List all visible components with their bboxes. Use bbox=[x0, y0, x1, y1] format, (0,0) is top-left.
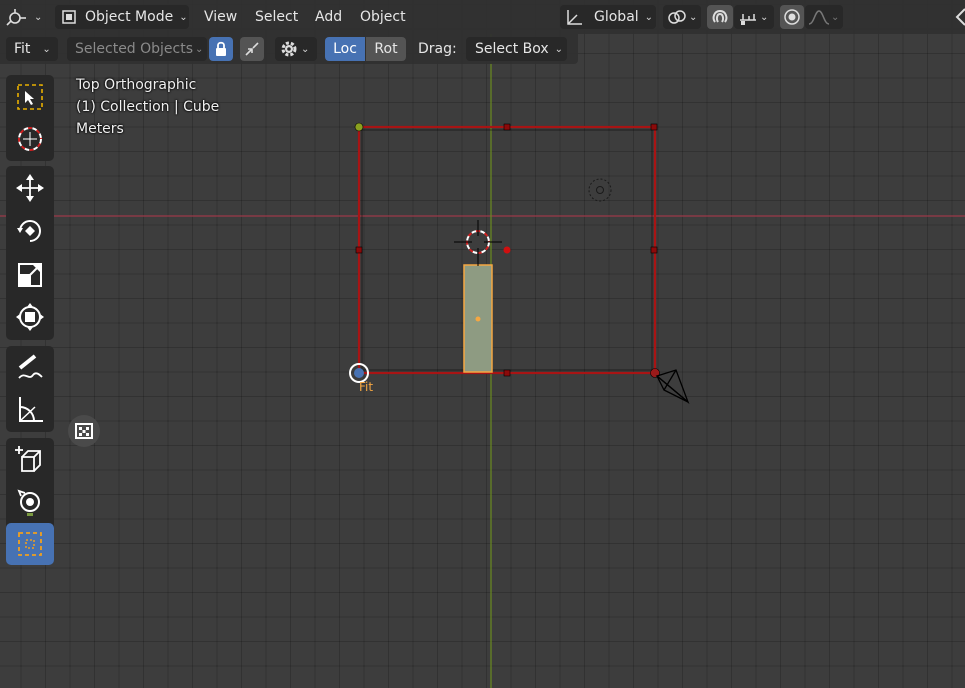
cube-origin bbox=[475, 316, 481, 322]
tool-rotate[interactable] bbox=[6, 210, 54, 252]
mode-label: Object Mode bbox=[85, 9, 174, 25]
proportional-editing-toggle[interactable] bbox=[780, 5, 804, 29]
camera-icon[interactable] bbox=[655, 369, 690, 405]
menu-view[interactable]: View bbox=[196, 5, 245, 29]
chevron-down-icon: ⌄ bbox=[195, 43, 204, 55]
tool-scale[interactable] bbox=[6, 254, 54, 296]
chevron-down-icon: ⌄ bbox=[689, 11, 698, 23]
object-mode-icon bbox=[62, 10, 76, 24]
fit-label: Fit bbox=[359, 380, 374, 394]
viewport-gizmo-icon[interactable] bbox=[953, 7, 965, 27]
camera-rig-icon bbox=[17, 489, 40, 516]
loc-toggle[interactable]: Loc bbox=[325, 37, 365, 61]
options-dropdown[interactable]: ⌄ bbox=[275, 37, 317, 61]
menu-add[interactable]: Add bbox=[307, 5, 350, 29]
frame-corner-handle[interactable] bbox=[354, 122, 364, 132]
select-box-icon bbox=[17, 84, 43, 110]
fit-dropdown[interactable]: Fit ⌄ bbox=[6, 37, 58, 61]
chevron-down-icon: ⌄ bbox=[42, 43, 51, 55]
orientation-axes-icon bbox=[567, 10, 582, 25]
selected-objects-dropdown[interactable]: Selected Objects ⌄ bbox=[67, 37, 207, 61]
fit-dropdown-label: Fit bbox=[14, 41, 31, 57]
chevron-down-icon: ⌄ bbox=[301, 43, 310, 55]
tool-select-box[interactable] bbox=[6, 76, 54, 118]
falloff-curve-icon bbox=[808, 10, 830, 25]
tool-transform[interactable] bbox=[6, 296, 54, 338]
editor-type-button[interactable]: ⌄ bbox=[6, 5, 46, 29]
drag-label: Drag: bbox=[418, 41, 457, 57]
chevron-down-icon: ⌄ bbox=[34, 11, 43, 23]
tool-select-fit[interactable] bbox=[6, 523, 54, 565]
menu-select[interactable]: Select bbox=[247, 5, 306, 29]
scale-to-fit-toggle[interactable] bbox=[240, 37, 264, 61]
move-icon bbox=[16, 174, 44, 202]
selected-objects-label: Selected Objects bbox=[75, 41, 194, 57]
drag-dropdown[interactable]: Select Box ⌄ bbox=[466, 37, 567, 61]
menu-object[interactable]: Object bbox=[352, 5, 414, 29]
select-fit-icon bbox=[18, 532, 42, 556]
pivot-origin-dot bbox=[354, 368, 364, 378]
rot-toggle[interactable]: Rot bbox=[366, 37, 406, 61]
chevron-down-icon: ⌄ bbox=[831, 11, 840, 23]
snap-target-dropdown[interactable]: ⌄ bbox=[734, 5, 774, 29]
chevron-down-icon: ⌄ bbox=[179, 11, 188, 23]
chevron-down-icon: ⌄ bbox=[554, 43, 564, 55]
toggle-camera-view-button[interactable] bbox=[68, 415, 100, 447]
viewport-header: ⌄ Object Mode ⌄ View Select Add Object G… bbox=[0, 0, 965, 34]
units-label: Meters bbox=[76, 121, 124, 137]
chevron-down-icon: ⌄ bbox=[760, 11, 769, 23]
ruler-icon bbox=[19, 397, 43, 422]
proportional-edit-icon bbox=[784, 9, 800, 25]
transform-icon bbox=[16, 303, 44, 331]
viewport-editor-icon bbox=[6, 9, 26, 26]
drag-value: Select Box bbox=[475, 41, 549, 57]
lock-toggle[interactable] bbox=[209, 37, 233, 61]
pencil-icon bbox=[18, 354, 43, 379]
light-icon[interactable] bbox=[588, 178, 612, 202]
grid-view-icon bbox=[75, 423, 93, 439]
increment-snap-icon bbox=[740, 14, 756, 25]
mode-dropdown[interactable]: Object Mode ⌄ bbox=[55, 5, 189, 29]
collection-info: (1) Collection | Cube bbox=[76, 99, 220, 115]
add-cube-icon bbox=[15, 446, 41, 472]
tool-annotate[interactable] bbox=[6, 347, 54, 389]
shrink-arrows-icon bbox=[245, 42, 259, 56]
tool-measure[interactable] bbox=[6, 389, 54, 431]
gear-icon bbox=[281, 41, 297, 57]
tool-move[interactable] bbox=[6, 167, 54, 209]
chevron-down-icon: ⌄ bbox=[644, 11, 654, 23]
falloff-dropdown[interactable]: ⌄ bbox=[805, 5, 843, 29]
rotate-icon bbox=[17, 220, 41, 242]
orientation-label: Global bbox=[594, 9, 639, 25]
cursor-icon bbox=[18, 127, 42, 151]
lock-icon bbox=[216, 41, 226, 56]
pivot-icon bbox=[668, 10, 686, 24]
snap-toggle[interactable] bbox=[707, 5, 733, 29]
magnet-icon bbox=[712, 9, 728, 23]
light-origin[interactable] bbox=[503, 246, 511, 254]
3d-cursor[interactable] bbox=[454, 220, 502, 266]
transform-orientation-dropdown[interactable]: Global ⌄ bbox=[560, 5, 656, 29]
tool-camera-rig[interactable] bbox=[6, 481, 54, 523]
tool-add-cube[interactable] bbox=[6, 439, 54, 481]
tool-cursor[interactable] bbox=[6, 118, 54, 160]
pivot-point-dropdown[interactable]: ⌄ bbox=[663, 5, 701, 29]
view-name: Top Orthographic bbox=[76, 77, 197, 93]
scale-icon bbox=[18, 263, 42, 287]
tool-settings-bar: Fit ⌄ Selected Objects ⌄ ⌄ Loc Rot Drag:… bbox=[0, 34, 578, 64]
